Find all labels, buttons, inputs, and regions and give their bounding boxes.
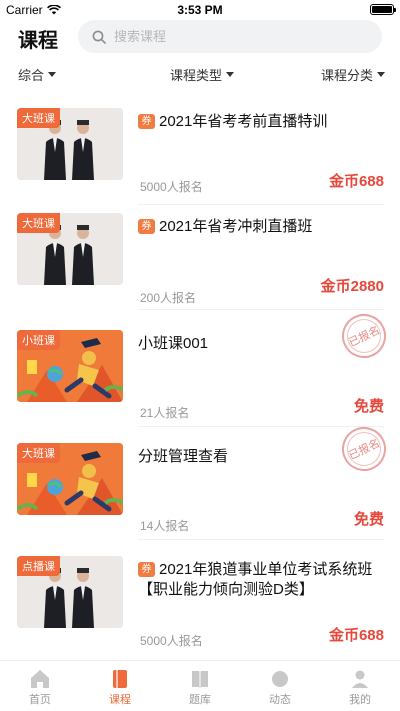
divider bbox=[138, 309, 384, 310]
enrolled-stamp-label: 已报名 bbox=[346, 324, 382, 350]
course-type-tag: 大班课 bbox=[17, 108, 60, 128]
course-title-text: 小班课001 bbox=[138, 335, 209, 352]
profile-icon bbox=[352, 670, 368, 688]
tab-news[interactable]: 动态 bbox=[250, 669, 310, 707]
course-thumbnail: 点播课 bbox=[17, 556, 123, 628]
book-icon bbox=[113, 670, 127, 688]
home-icon bbox=[31, 670, 49, 688]
tab-bar: 首页 课程 题库 动态 我的 bbox=[0, 660, 400, 711]
search-input[interactable] bbox=[114, 29, 334, 44]
filter-bar: 综合 课程类型 课程分类 bbox=[0, 62, 400, 86]
tab-news-label: 动态 bbox=[269, 694, 291, 706]
course-thumbnail: 大班课 bbox=[17, 213, 123, 285]
course-type-tag: 大班课 bbox=[17, 443, 60, 463]
tab-profile-label: 我的 bbox=[349, 694, 371, 706]
caret-down-icon bbox=[48, 72, 57, 77]
course-title-text: 2021年省考冲刺直播班 bbox=[159, 218, 313, 235]
page-title: 课程 bbox=[18, 30, 58, 52]
course-type-tag: 大班课 bbox=[17, 213, 60, 233]
filter-course-category[interactable]: 课程分类 bbox=[321, 65, 386, 84]
tab-question-bank[interactable]: 题库 bbox=[170, 669, 230, 707]
course-type-tag: 点播课 bbox=[17, 556, 60, 576]
coupon-badge: 券 bbox=[138, 114, 155, 129]
course-thumbnail: 大班课 bbox=[17, 108, 123, 180]
enrolled-stamp: 已报名 bbox=[334, 419, 394, 479]
course-title: 券 2021年狼道事业单位考试系统班【职业能力倾向测验D类】 bbox=[138, 560, 384, 600]
question-bank-icon bbox=[192, 671, 208, 688]
filter-sort[interactable]: 综合 bbox=[18, 65, 57, 84]
caret-down-icon bbox=[226, 72, 235, 77]
course-item[interactable]: 大班课 券 2021年省考考前直播特训 5000人报名 金币688 bbox=[0, 92, 400, 205]
course-title-text: 分班管理查看 bbox=[138, 448, 229, 465]
course-type-tag: 小班课 bbox=[17, 330, 60, 350]
enrolled-stamp-label: 已报名 bbox=[346, 437, 382, 463]
course-price: 金币688 bbox=[328, 173, 384, 190]
course-thumbnail: 大班课 bbox=[17, 443, 123, 515]
enrolled-count: 21人报名 bbox=[140, 406, 190, 420]
tab-home[interactable]: 首页 bbox=[10, 669, 70, 707]
course-title-text: 2021年省考考前直播特训 bbox=[159, 113, 328, 130]
tab-profile[interactable]: 我的 bbox=[330, 669, 390, 707]
news-icon bbox=[272, 671, 288, 687]
course-price: 免费 bbox=[353, 398, 384, 415]
enrolled-count: 5000人报名 bbox=[140, 180, 203, 194]
filter-sort-label: 综合 bbox=[18, 68, 45, 83]
tab-courses[interactable]: 课程 bbox=[90, 669, 150, 707]
filter-course-type[interactable]: 课程类型 bbox=[170, 65, 235, 84]
header: 课程 bbox=[0, 20, 400, 56]
enrolled-stamp: 已报名 bbox=[334, 306, 394, 366]
course-item[interactable]: 小班课 小班课001 21人报名 免费 已报名 bbox=[0, 306, 400, 427]
course-price: 免费 bbox=[353, 511, 384, 528]
enrolled-count: 14人报名 bbox=[140, 519, 190, 533]
search-icon bbox=[92, 30, 106, 44]
coupon-badge: 券 bbox=[138, 562, 155, 577]
course-price: 金币2880 bbox=[320, 278, 384, 295]
course-item[interactable]: 大班课 分班管理查看 14人报名 免费 已报名 bbox=[0, 419, 400, 540]
battery-icon bbox=[370, 4, 396, 15]
tab-question-bank-label: 题库 bbox=[189, 694, 211, 706]
filter-course-category-label: 课程分类 bbox=[321, 68, 374, 83]
course-title-text: 2021年狼道事业单位考试系统班【职业能力倾向测验D类】 bbox=[138, 561, 373, 598]
clock: 3:53 PM bbox=[177, 3, 223, 17]
status-bar: Carrier 3:53 PM bbox=[0, 0, 400, 20]
tab-home-label: 首页 bbox=[29, 694, 51, 706]
course-title: 券 2021年省考考前直播特训 bbox=[138, 112, 384, 132]
course-title: 券 2021年省考冲刺直播班 bbox=[138, 217, 384, 237]
coupon-badge: 券 bbox=[138, 219, 155, 234]
course-item[interactable]: 点播课 券 2021年狼道事业单位考试系统班【职业能力倾向测验D类】 5000人报… bbox=[0, 540, 400, 660]
course-item[interactable]: 大班课 券 2021年省考冲刺直播班 200人报名 金币2880 bbox=[0, 197, 400, 310]
enrolled-count: 5000人报名 bbox=[140, 634, 203, 648]
caret-down-icon bbox=[377, 72, 386, 77]
course-price: 金币688 bbox=[328, 627, 384, 644]
tab-courses-label: 课程 bbox=[109, 694, 131, 706]
filter-course-type-label: 课程类型 bbox=[170, 68, 223, 83]
course-thumbnail: 小班课 bbox=[17, 330, 123, 402]
enrolled-count: 200人报名 bbox=[140, 291, 197, 305]
search-bar[interactable] bbox=[78, 20, 382, 53]
